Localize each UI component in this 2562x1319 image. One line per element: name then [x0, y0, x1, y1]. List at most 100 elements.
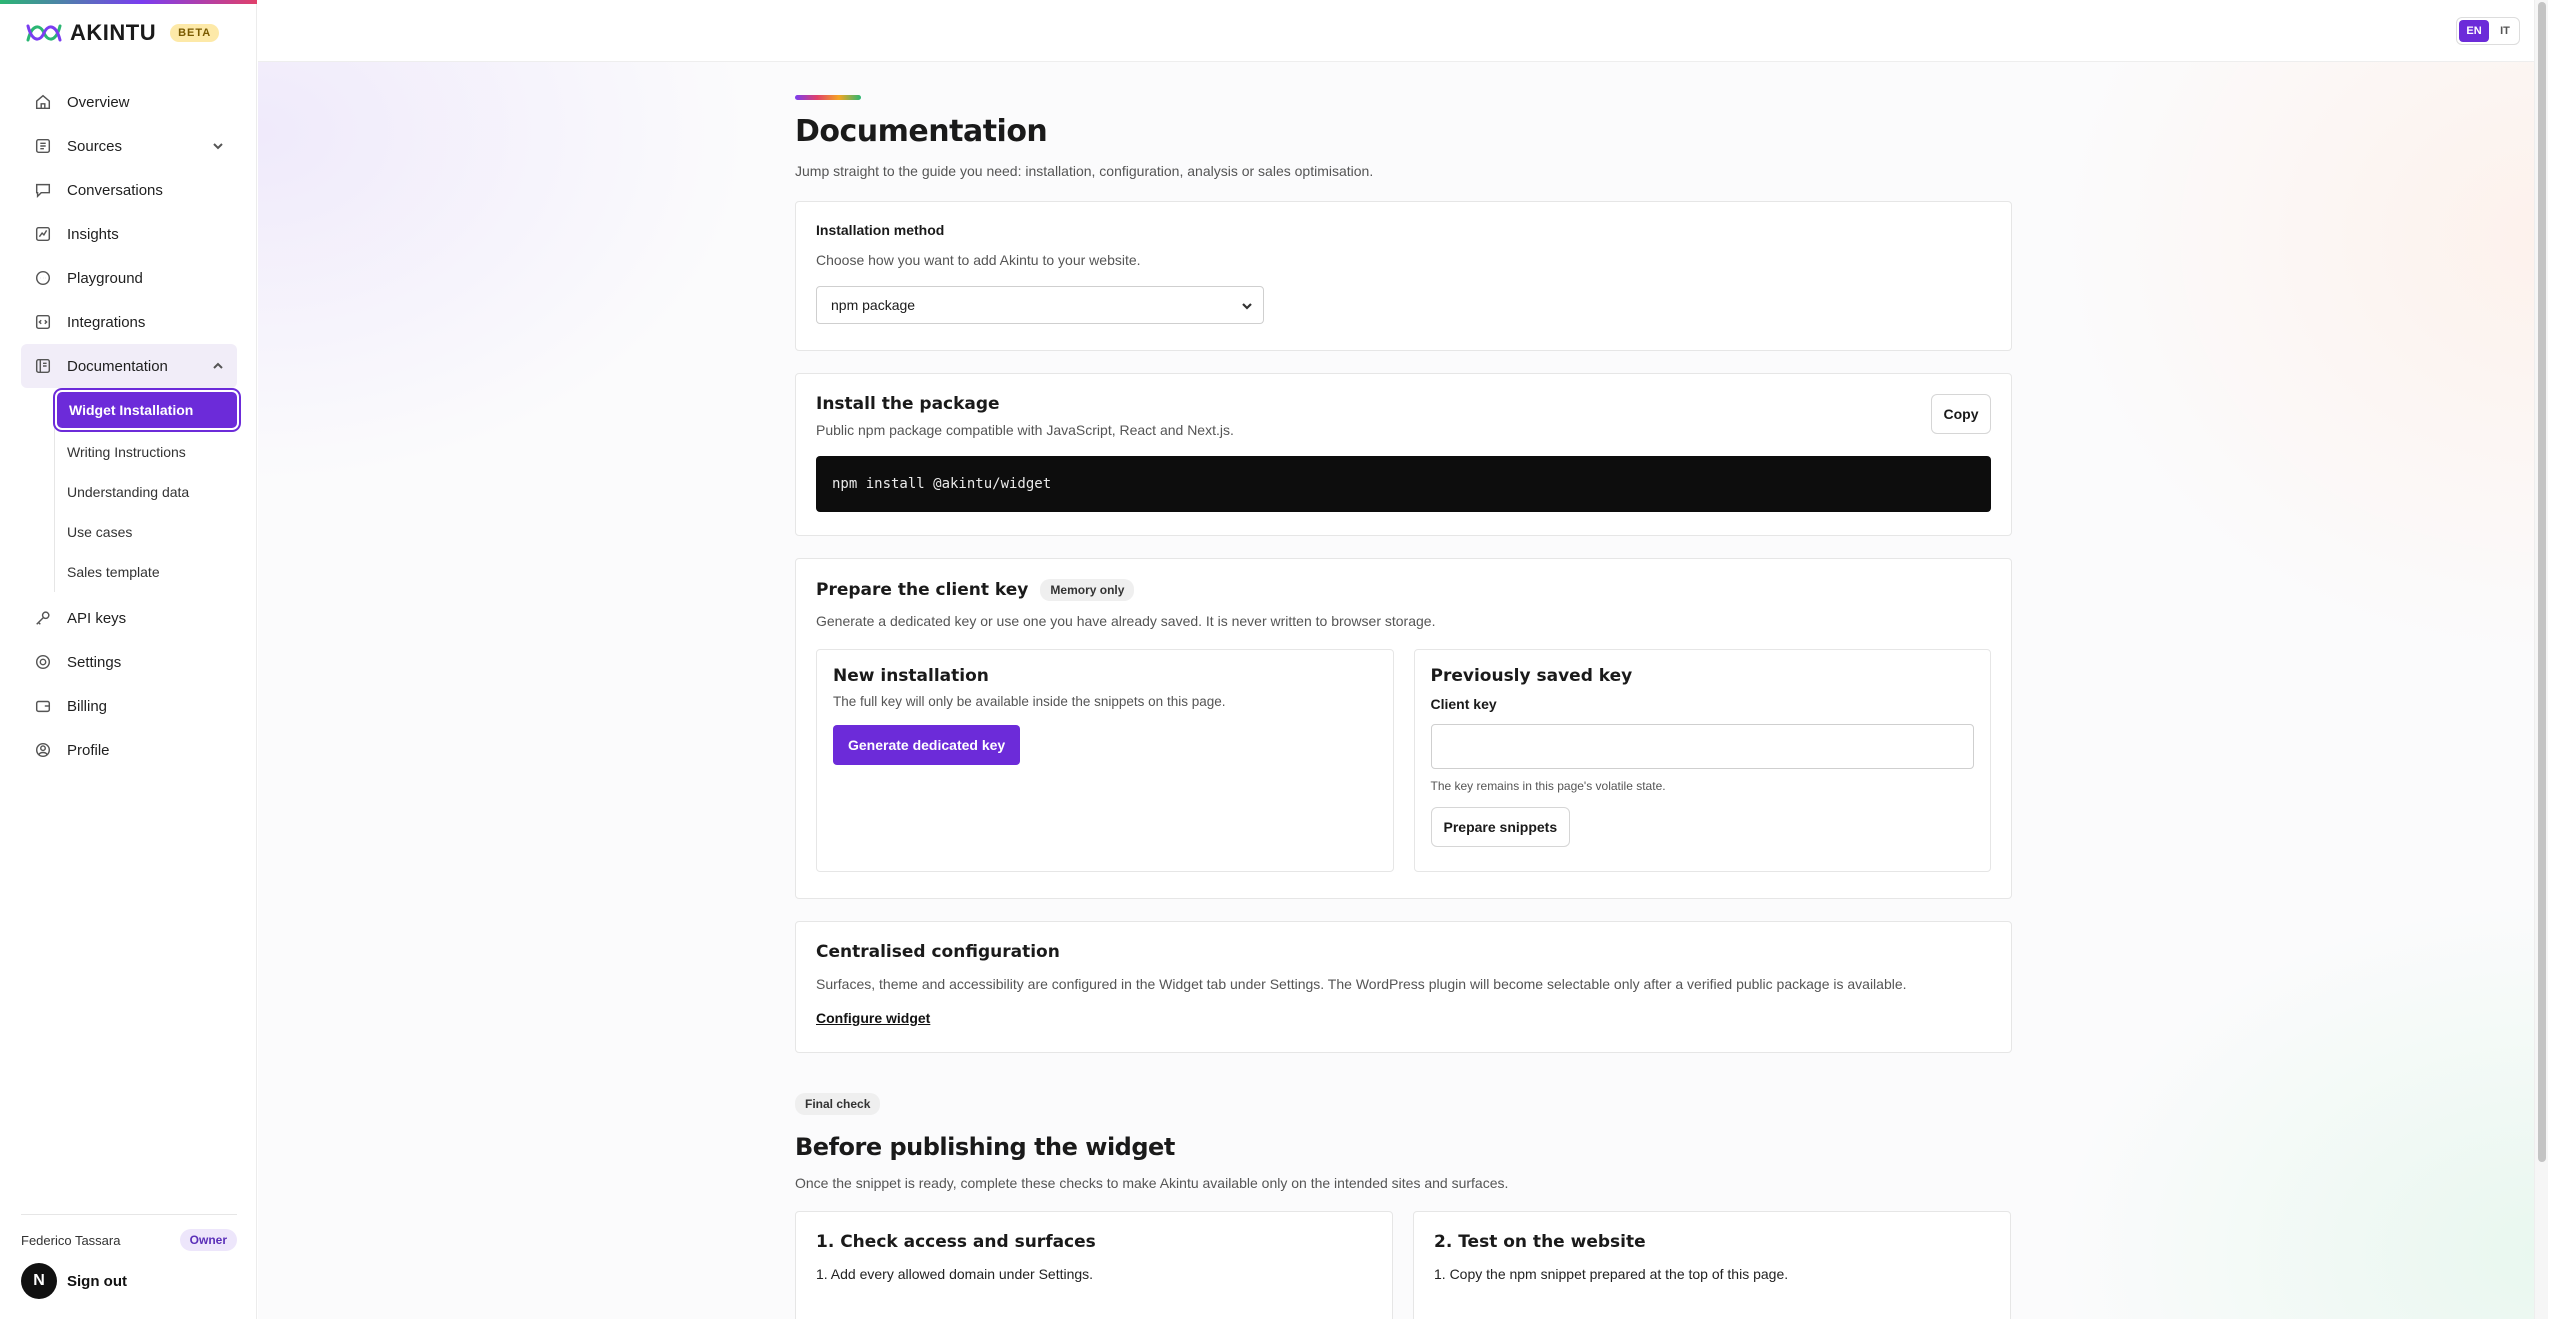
- checklist-item: 1. Copy the npm snippet prepared at the …: [1434, 1266, 1789, 1282]
- final-check-title: Before publishing the widget: [795, 1133, 1175, 1161]
- final-check-description: Once the snippet is ready, complete thes…: [795, 1175, 1509, 1191]
- test-website-card: 2. Test on the website 1. Copy the npm s…: [1413, 1211, 2011, 1319]
- card-title: 2. Test on the website: [1434, 1232, 1646, 1252]
- brand[interactable]: AKINTU BETA: [24, 20, 220, 46]
- code-snippet-text: npm install @akintu/widget: [832, 476, 1052, 492]
- central-config-card: Centralised configuration Surfaces, them…: [795, 921, 2012, 1053]
- scrollbar[interactable]: [2534, 0, 2548, 1319]
- card-description: Generate a dedicated key or use one you …: [816, 613, 1436, 629]
- sidebar-item-label: Sources: [67, 137, 123, 155]
- wallet-icon: [33, 696, 53, 716]
- client-key-hint: The key remains in this page's volatile …: [1430, 779, 1666, 793]
- client-key-input[interactable]: [1430, 724, 1974, 769]
- new-installation-panel: New installation The full key will only …: [816, 649, 1394, 872]
- sidebar-footer: Federico Tassara Owner N Sign out: [21, 1214, 237, 1299]
- prepare-snippets-button[interactable]: Prepare snippets: [1430, 807, 1571, 847]
- topbar: EN IT: [258, 0, 2548, 62]
- main-content: EN IT Documentation Jump straight to the…: [258, 0, 2548, 1319]
- sidebar-item-label: Conversations: [67, 181, 163, 199]
- sidebar-item-label: Insights: [67, 225, 119, 243]
- code-icon: [33, 312, 53, 332]
- sidebar-subitem-understanding-data[interactable]: Understanding data: [55, 472, 237, 512]
- sidebar-accent-bar: [0, 0, 257, 4]
- panel-title: New installation: [833, 666, 989, 686]
- install-package-card: Install the package Public npm package c…: [795, 373, 2012, 536]
- user-row: Federico Tassara Owner: [21, 1229, 237, 1251]
- sidebar-item-label: Profile: [67, 741, 110, 759]
- sidebar-item-billing[interactable]: Billing: [21, 684, 237, 728]
- title-accent-bar: [795, 95, 861, 100]
- akintu-logo-icon: [26, 24, 62, 42]
- card-title: Installation method: [816, 222, 945, 238]
- scrollbar-thumb[interactable]: [2538, 2, 2546, 1162]
- sidebar-subitem-sales-template[interactable]: Sales template: [55, 552, 237, 592]
- sign-out-label: Sign out: [67, 1272, 127, 1290]
- final-check-section: Final check Before publishing the widget…: [795, 1093, 2012, 1319]
- sidebar-item-label: Documentation: [67, 357, 168, 375]
- book-icon: [33, 356, 53, 376]
- card-title: Prepare the client key: [816, 580, 1029, 600]
- final-check-cards: 1. Check access and surfaces 1. Add ever…: [795, 1211, 2012, 1319]
- chevron-up-icon[interactable]: [211, 359, 225, 373]
- footer-divider: [21, 1214, 237, 1215]
- client-key-label: Client key: [1430, 696, 1497, 712]
- sidebar-subitem-use-cases[interactable]: Use cases: [55, 512, 237, 552]
- beta-badge: BETA: [170, 24, 220, 42]
- sidebar-item-conversations[interactable]: Conversations: [21, 168, 237, 212]
- home-icon: [33, 92, 53, 112]
- client-key-options: New installation The full key will only …: [816, 649, 1991, 872]
- generate-key-button[interactable]: Generate dedicated key: [833, 725, 1021, 765]
- chevron-down-icon[interactable]: [211, 139, 225, 153]
- copy-button[interactable]: Copy: [1931, 394, 1991, 434]
- client-key-header: Prepare the client key Memory only: [816, 579, 1991, 601]
- lang-it-button[interactable]: IT: [2491, 18, 2519, 44]
- documentation-subnav: Widget Installation Writing Instructions…: [54, 392, 237, 592]
- check-access-card: 1. Check access and surfaces 1. Add ever…: [795, 1211, 1393, 1319]
- page-title: Documentation: [795, 114, 1048, 149]
- sidebar-item-playground[interactable]: Playground: [21, 256, 237, 300]
- sidebar-item-integrations[interactable]: Integrations: [21, 300, 237, 344]
- brand-name: AKINTU: [70, 20, 157, 45]
- sidebar-item-label: Integrations: [67, 313, 146, 331]
- saved-key-panel: Previously saved key Client key The key …: [1413, 649, 1991, 872]
- sidebar-item-label: API keys: [67, 609, 127, 627]
- sidebar-item-overview[interactable]: Overview: [21, 80, 237, 124]
- sidebar-item-label: Billing: [67, 697, 108, 715]
- code-snippet[interactable]: npm install @akintu/widget: [816, 456, 1991, 512]
- sidebar-item-documentation[interactable]: Documentation: [21, 344, 237, 388]
- sidebar-item-insights[interactable]: Insights: [21, 212, 237, 256]
- card-title: 1. Check access and surfaces: [816, 1232, 1096, 1252]
- sidebar-item-sources[interactable]: Sources: [21, 124, 237, 168]
- installation-method-card: Installation method Choose how you want …: [795, 201, 2012, 351]
- sidebar-subitem-writing-instructions[interactable]: Writing Instructions: [55, 432, 237, 472]
- page-subtitle: Jump straight to the guide you need: ins…: [795, 163, 1374, 179]
- sidebar-item-profile[interactable]: Profile: [21, 728, 237, 772]
- role-badge: Owner: [179, 1229, 237, 1251]
- card-description: Choose how you want to add Akintu to you…: [816, 252, 1141, 268]
- installation-method-select[interactable]: npm package: [816, 286, 1264, 324]
- card-title: Install the package: [816, 394, 1000, 414]
- sidebar-item-settings[interactable]: Settings: [21, 640, 237, 684]
- main-nav: Overview Sources Conversations Insights …: [21, 80, 237, 772]
- select-value: npm package: [831, 297, 916, 313]
- chat-icon: [33, 180, 53, 200]
- sidebar: AKINTU BETA Overview Sources Conversatio…: [0, 0, 257, 1319]
- language-toggle: EN IT: [2456, 17, 2520, 45]
- sidebar-subitem-widget-installation[interactable]: Widget Installation: [57, 392, 237, 428]
- memory-only-badge: Memory only: [1040, 579, 1135, 601]
- card-description: Public npm package compatible with JavaS…: [816, 422, 1234, 438]
- database-icon: [33, 136, 53, 156]
- sidebar-item-api-keys[interactable]: API keys: [21, 596, 237, 640]
- lang-en-button[interactable]: EN: [2459, 20, 2489, 42]
- chart-icon: [33, 224, 53, 244]
- avatar: N: [21, 1263, 57, 1299]
- chevron-down-icon: [1241, 299, 1253, 311]
- sign-out-button[interactable]: N Sign out: [21, 1263, 237, 1299]
- docs-content: Documentation Jump straight to the guide…: [795, 95, 2012, 1319]
- configure-widget-link[interactable]: Configure widget: [816, 1010, 930, 1026]
- user-name: Federico Tassara: [21, 1232, 121, 1248]
- final-check-badge: Final check: [795, 1093, 881, 1115]
- sidebar-item-label: Settings: [67, 653, 122, 671]
- message-circle-icon: [33, 268, 53, 288]
- sidebar-item-label: Playground: [67, 269, 143, 287]
